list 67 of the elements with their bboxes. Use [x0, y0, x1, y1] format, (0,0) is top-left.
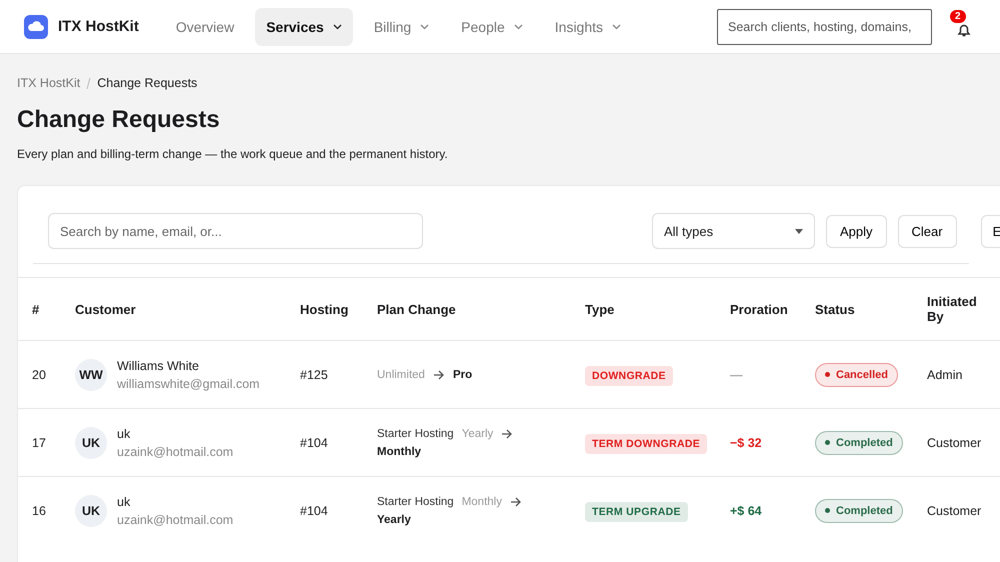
column-header: Customer — [75, 302, 137, 316]
customer-email: uzaink@hotmail.com — [117, 444, 234, 458]
column-header: Status — [815, 302, 856, 316]
proration-amount: +$ 64 — [730, 504, 763, 518]
table-cell-text: Customer — [927, 504, 982, 518]
customer-name: Williams White — [117, 358, 200, 372]
nav-tab[interactable]: Billing — [362, 8, 440, 46]
breadcrumb-item[interactable]: ITX HostKit — [17, 76, 80, 90]
table-cell-text: #104 — [300, 504, 329, 518]
plan-name: Starter Hosting — [377, 496, 454, 508]
arrow-icon — [432, 370, 445, 380]
customer-name: uk — [117, 426, 132, 440]
notification-badge: 2 — [950, 10, 966, 22]
avatar: UK — [75, 426, 107, 458]
term-from: Yearly — [462, 428, 494, 440]
term-from: Monthly — [462, 496, 502, 508]
term-to: Monthly — [377, 446, 422, 458]
nav-tab[interactable]: Overview — [164, 8, 246, 46]
chevron-down-icon — [420, 24, 430, 30]
column-header: Type — [585, 302, 616, 316]
table-cell-text: 16 — [32, 504, 47, 518]
column-header: # — [32, 302, 40, 316]
dropdown-caret-icon — [795, 228, 803, 234]
proration-amount: −$ 32 — [730, 436, 763, 450]
column-header: Proration — [730, 302, 789, 316]
page-title: Change Requests — [17, 106, 221, 134]
column-header: Plan Change — [377, 302, 457, 316]
arrow-icon — [501, 428, 514, 438]
type-dropdown[interactable]: All types — [652, 213, 815, 249]
type-tag: DOWNGRADE — [585, 366, 673, 386]
chevron-down-icon — [612, 24, 622, 30]
app-name: ITX HostKit — [58, 18, 139, 35]
customer-email: uzaink@hotmail.com — [117, 512, 234, 526]
avatar: WW — [75, 358, 107, 390]
plan-to: Pro — [452, 368, 472, 380]
page-subtitle: Every plan and billing-term change — the work queue and the permanent history. — [17, 147, 449, 161]
plan-from: Unlimited — [377, 368, 425, 380]
search-field[interactable]: Search clients, hosting, domains, — [717, 8, 932, 44]
chevron-down-icon — [332, 24, 342, 30]
customer-email: williamswhite@gmail.com — [117, 376, 260, 390]
column-header: Initiated By — [927, 294, 978, 324]
status-badge: Completed — [815, 498, 903, 522]
filter-button[interactable]: Clear — [898, 214, 957, 248]
proration-amount: — — [730, 368, 744, 382]
table-cell-text: #104 — [300, 436, 329, 450]
arrow-icon — [510, 496, 522, 506]
type-tag: TERM UPGRADE — [585, 502, 688, 522]
breadcrumb-item: Change Requests — [97, 76, 198, 90]
type-tag: TERM DOWNGRADE — [585, 434, 708, 454]
nav-tab[interactable]: Services — [255, 8, 353, 46]
avatar: UK — [75, 494, 107, 526]
status-badge: Cancelled — [815, 362, 898, 386]
table-cell-text: 20 — [32, 368, 47, 382]
table-cell-text: Customer — [927, 436, 982, 450]
table-cell-text: Admin — [927, 368, 964, 382]
nav-tab[interactable]: People — [450, 8, 534, 46]
column-header: Hosting — [300, 302, 350, 316]
plan-name: Starter Hosting — [377, 428, 454, 440]
chevron-down-icon — [514, 24, 523, 30]
cloud-logo-icon — [24, 14, 48, 38]
table-cell-text: #125 — [300, 368, 329, 382]
table-cell-text: 17 — [32, 436, 47, 450]
status-badge: Completed — [815, 430, 903, 454]
nav-tab[interactable]: Insights — [544, 8, 632, 46]
term-to: Yearly — [377, 514, 411, 526]
filter-button[interactable]: Apply — [826, 214, 887, 248]
customer-name: uk — [117, 494, 132, 508]
